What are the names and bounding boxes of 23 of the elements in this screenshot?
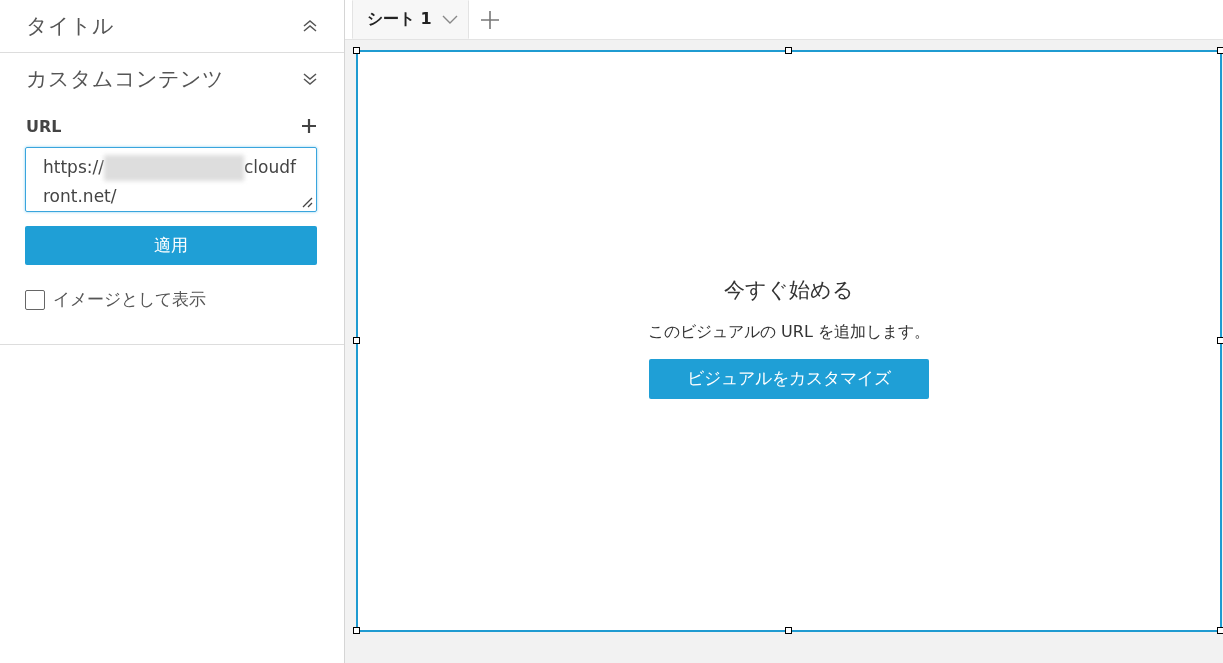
url-label: URL: [26, 116, 62, 136]
add-icon[interactable]: [301, 118, 317, 134]
checkbox-label: イメージとして表示: [53, 288, 206, 311]
sheet-tab[interactable]: シート 1: [352, 0, 469, 39]
resize-handle[interactable]: [353, 337, 360, 344]
resize-handle[interactable]: [353, 47, 360, 54]
resize-handle[interactable]: [1217, 47, 1223, 54]
resize-handle[interactable]: [1217, 337, 1223, 344]
resize-handle[interactable]: [785, 47, 792, 54]
empty-state-message: このビジュアルの URL を追加します。: [648, 321, 930, 343]
section-header[interactable]: カスタムコンテンツ: [0, 53, 344, 105]
resize-handle[interactable]: [785, 627, 792, 634]
url-field[interactable]: https:// cloudfront.net/: [25, 147, 317, 212]
chevron-down-icon[interactable]: [441, 14, 458, 25]
empty-state-heading: 今すぐ始める: [724, 276, 854, 304]
resize-handle[interactable]: [353, 627, 360, 634]
resize-handle[interactable]: [1217, 627, 1223, 634]
chevron-up-icon: [302, 19, 318, 33]
chevron-down-icon: [302, 72, 318, 86]
checkbox[interactable]: [25, 289, 45, 310]
resize-grip-icon: [301, 196, 313, 208]
section-header[interactable]: タイトル: [0, 0, 344, 52]
visual-frame[interactable]: 今すぐ始める このビジュアルの URL を追加します。 ビジュアルをカスタマイズ: [356, 50, 1222, 632]
